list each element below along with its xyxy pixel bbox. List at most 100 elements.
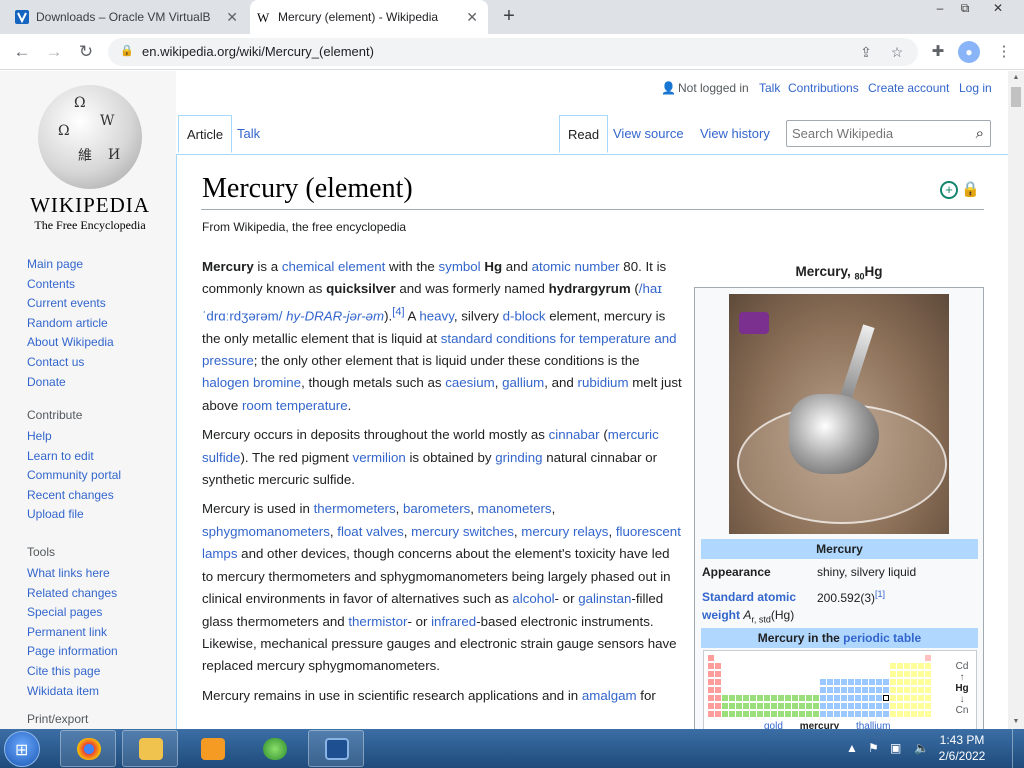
- tab-read[interactable]: Read: [559, 115, 609, 153]
- create-account-link[interactable]: Create account: [868, 81, 949, 95]
- periodic-table-link[interactable]: periodic table: [843, 631, 921, 645]
- forward-arrow-icon[interactable]: →: [42, 40, 66, 64]
- link-float-valves[interactable]: float valves: [337, 524, 404, 539]
- periodic-table-grid[interactable]: Cd ↑ Hg ↓ Cn gold mercury thallium: [703, 650, 977, 729]
- link-respelling[interactable]: hy-DRAR-jər-əm: [286, 308, 384, 323]
- taskbar-virtualbox[interactable]: [308, 730, 364, 767]
- show-hidden-icons-icon[interactable]: ▲: [846, 741, 858, 755]
- tab-virtualbox-downloads[interactable]: Downloads – Oracle VM VirtualB ✕: [8, 0, 248, 34]
- tab-view-source[interactable]: View source: [605, 115, 692, 153]
- taskbar-explorer[interactable]: [122, 730, 178, 767]
- tab-talk[interactable]: Talk: [229, 115, 268, 153]
- back-arrow-icon[interactable]: ←: [10, 40, 34, 64]
- link-thermistor[interactable]: thermistor: [348, 614, 407, 629]
- action-center-icon[interactable]: ⚑: [868, 741, 879, 755]
- sidebar-item-donate[interactable]: Donate: [27, 373, 172, 393]
- network-icon[interactable]: ▣: [890, 741, 901, 755]
- link-d-block[interactable]: d-block: [503, 308, 546, 323]
- search-input[interactable]: [792, 124, 962, 143]
- start-button[interactable]: ⊞: [4, 731, 40, 767]
- sidebar-item-random-article[interactable]: Random article: [27, 314, 172, 334]
- search-box[interactable]: ⌕: [786, 120, 991, 147]
- profile-avatar-icon[interactable]: ●: [958, 41, 980, 63]
- link-vermilion[interactable]: vermilion: [353, 450, 406, 465]
- link-standard-conditions[interactable]: standard conditions for temperature and …: [202, 331, 677, 368]
- link-symbol[interactable]: symbol: [439, 259, 481, 274]
- link-room-temperature[interactable]: room temperature: [242, 398, 348, 413]
- tab-article[interactable]: Article: [178, 115, 233, 153]
- atomic-weight-link-line2[interactable]: weight: [702, 608, 743, 622]
- link-rubidium[interactable]: rubidium: [578, 375, 629, 390]
- sidebar-item-about-wikipedia[interactable]: About Wikipedia: [27, 333, 172, 353]
- show-desktop-button[interactable]: [1012, 729, 1024, 768]
- new-tab-button[interactable]: +: [498, 0, 520, 34]
- sidebar-item-wikidata-item[interactable]: Wikidata item: [27, 682, 172, 702]
- reload-icon[interactable]: ↻: [74, 40, 98, 64]
- lock-icon[interactable]: 🔒: [120, 44, 134, 57]
- close-window-button[interactable]: ✕: [984, 0, 1012, 18]
- link-thermometers[interactable]: thermometers: [314, 501, 396, 516]
- mercury-photo[interactable]: [729, 294, 949, 534]
- sidebar-item-recent-changes[interactable]: Recent changes: [27, 486, 172, 506]
- atomic-weight-link-line1[interactable]: Standard atomic: [702, 590, 796, 604]
- link-cinnabar[interactable]: cinnabar: [549, 427, 600, 442]
- sidebar-item-help[interactable]: Help: [27, 427, 172, 447]
- protection-lock-icon[interactable]: 🔒: [961, 181, 980, 199]
- share-icon[interactable]: ⇪: [856, 42, 876, 62]
- sidebar-item-upload-file[interactable]: Upload file: [27, 505, 172, 525]
- sidebar-item-main-page[interactable]: Main page: [27, 255, 172, 275]
- extensions-puzzle-icon[interactable]: ✚: [926, 40, 950, 64]
- link-atomic-number[interactable]: atomic number: [532, 259, 620, 274]
- sidebar-item-contact-us[interactable]: Contact us: [27, 353, 172, 373]
- link-halogen[interactable]: halogen: [202, 375, 249, 390]
- tab-wikipedia-mercury[interactable]: W Mercury (element) - Wikipedia ✕: [250, 0, 488, 34]
- sidebar-item-contents[interactable]: Contents: [27, 275, 172, 295]
- close-tab-icon[interactable]: ✕: [466, 0, 478, 34]
- contributions-link[interactable]: Contributions: [788, 81, 859, 95]
- link-manometers[interactable]: manometers: [478, 501, 552, 516]
- link-gallium[interactable]: gallium: [502, 375, 544, 390]
- restore-button[interactable]: ⧉: [951, 0, 979, 18]
- link-chemical-element[interactable]: chemical element: [282, 259, 385, 274]
- link-barometers[interactable]: barometers: [403, 501, 470, 516]
- neighbor-gold-link[interactable]: gold: [764, 721, 783, 729]
- link-grinding[interactable]: grinding: [495, 450, 542, 465]
- scroll-down-arrow-icon[interactable]: ▼: [1008, 715, 1024, 729]
- link-caesium[interactable]: caesium: [445, 375, 495, 390]
- sidebar-item-permanent-link[interactable]: Permanent link: [27, 623, 172, 643]
- sidebar-item-cite-this-page[interactable]: Cite this page: [27, 662, 172, 682]
- page-scrollbar[interactable]: ▲ ▼: [1008, 71, 1024, 729]
- link-alcohol[interactable]: alcohol: [512, 591, 554, 606]
- volume-icon[interactable]: 🔈: [914, 741, 929, 755]
- search-icon[interactable]: ⌕: [976, 125, 984, 142]
- wikipedia-logo[interactable]: Ω W Ω 維 И WIKIPEDIA The Free Encyclopedi…: [28, 85, 152, 232]
- sidebar-item-what-links-here[interactable]: What links here: [27, 564, 172, 584]
- minimize-button[interactable]: –: [926, 0, 954, 18]
- element-above-cd[interactable]: Cd: [948, 661, 976, 672]
- neighbor-thallium-link[interactable]: thallium: [856, 721, 890, 729]
- sidebar-item-learn-to-edit[interactable]: Learn to edit: [27, 447, 172, 467]
- browser-menu-icon[interactable]: ⋮: [992, 40, 1016, 64]
- personal-talk-link[interactable]: Talk: [759, 81, 780, 95]
- link-heavy[interactable]: heavy: [419, 308, 454, 323]
- log-in-link[interactable]: Log in: [959, 81, 992, 95]
- link-sphygmomanometers[interactable]: sphygmomanometers: [202, 524, 330, 539]
- close-tab-icon[interactable]: ✕: [226, 0, 238, 34]
- taskbar-media-player[interactable]: [184, 730, 240, 767]
- good-article-icon[interactable]: +: [940, 181, 958, 199]
- sidebar-item-special-pages[interactable]: Special pages: [27, 603, 172, 623]
- atomic-weight-label[interactable]: Standard atomic weight Ar, std(Hg): [702, 588, 796, 628]
- url-text[interactable]: en.wikipedia.org/wiki/Mercury_(element): [142, 38, 374, 66]
- ref-4[interactable]: [4]: [392, 306, 404, 318]
- taskbar-network-app[interactable]: [246, 730, 302, 767]
- link-bromine[interactable]: bromine: [253, 375, 301, 390]
- link-mercury-relays[interactable]: mercury relays: [521, 524, 608, 539]
- address-bar[interactable]: 🔒 en.wikipedia.org/wiki/Mercury_(element…: [108, 38, 918, 66]
- element-below-cn[interactable]: Cn: [948, 705, 976, 716]
- sidebar-item-page-information[interactable]: Page information: [27, 642, 172, 662]
- scrollbar-thumb[interactable]: [1011, 87, 1021, 107]
- link-galinstan[interactable]: galinstan: [578, 591, 631, 606]
- scroll-up-arrow-icon[interactable]: ▲: [1008, 71, 1024, 85]
- link-amalgam[interactable]: amalgam: [582, 688, 637, 703]
- system-clock[interactable]: 1:43 PM 2/6/2022: [932, 732, 992, 764]
